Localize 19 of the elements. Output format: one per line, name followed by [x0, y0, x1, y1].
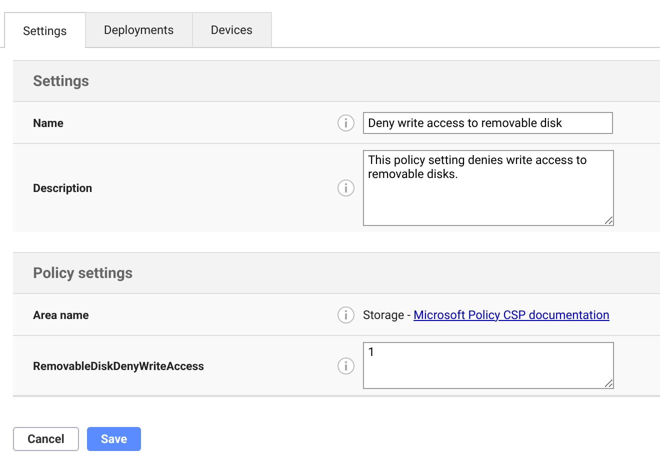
section-title: Policy settings [13, 252, 660, 294]
info-icon[interactable] [337, 114, 355, 132]
cancel-button[interactable]: Cancel [13, 427, 79, 451]
name-field[interactable]: Deny write access to removable disk [363, 112, 613, 134]
info-icon[interactable] [337, 179, 355, 197]
value-field[interactable]: 1 [363, 342, 614, 389]
field-label: Area name [32, 308, 90, 322]
tab[interactable]: Settings [4, 12, 86, 48]
description-field[interactable]: This policy setting denies write access to removable disks. [363, 150, 614, 226]
field-label: Description [32, 181, 94, 195]
field-label: RemovableDiskDenyWriteAccess [32, 358, 206, 372]
field-label: Name [32, 116, 64, 130]
documentation-link[interactable]: Microsoft Policy CSP documentation [414, 308, 610, 322]
section-title: Settings [13, 60, 660, 102]
tab[interactable]: Devices [192, 12, 272, 47]
info-icon[interactable] [337, 356, 355, 374]
info-icon[interactable] [337, 306, 355, 324]
tab[interactable]: Deployments [84, 12, 193, 47]
area-value: Storage - Microsoft Policy CSP documentation [363, 308, 610, 322]
